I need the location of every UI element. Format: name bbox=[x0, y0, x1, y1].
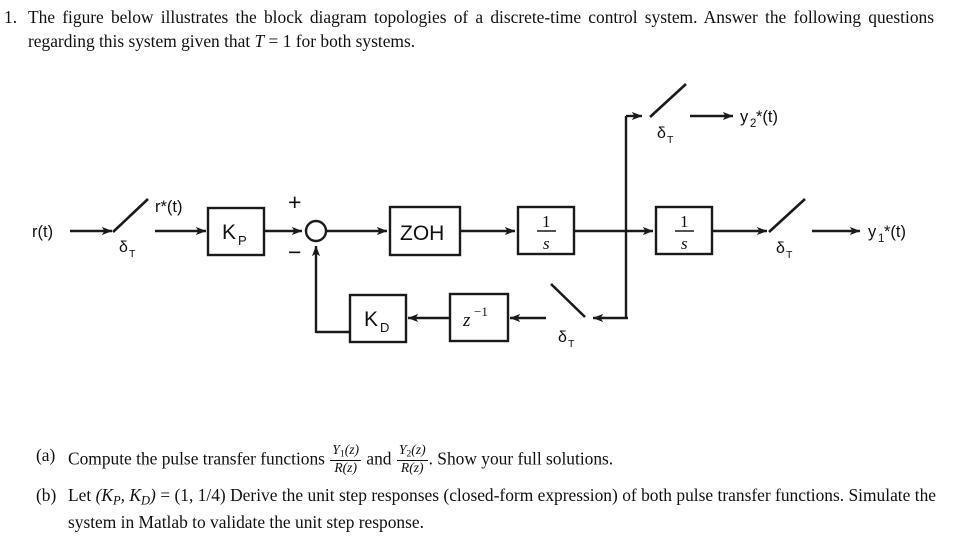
block-integrator1-numerator: 1 bbox=[542, 212, 551, 231]
block-delay-label: z bbox=[462, 310, 471, 331]
block-kp-label: K bbox=[222, 221, 236, 244]
sampler1-delta-symbol: δ bbox=[119, 239, 128, 256]
problem-number: 1. bbox=[4, 7, 18, 27]
output-y1-label: y bbox=[868, 223, 877, 241]
block-kp-subscript: P bbox=[238, 233, 247, 248]
sampler2-switch-icon bbox=[649, 83, 687, 118]
sampler4-switch-icon bbox=[550, 283, 586, 318]
fraction-y2-numerator: Y2(z) bbox=[396, 442, 428, 461]
gain-kd-subscript: D bbox=[141, 493, 151, 508]
question-a-text-middle: and bbox=[362, 448, 396, 469]
worksheet-page: 1. The figure below illustrates the bloc… bbox=[0, 0, 953, 537]
block-integrator2-denominator: s bbox=[681, 234, 688, 253]
fraction-y1-num-base: Y bbox=[332, 442, 340, 457]
fraction-y1-num-arg: (z) bbox=[344, 442, 360, 457]
fraction-y2-num-arg: (z) bbox=[411, 442, 426, 457]
question-b-text-before: Let bbox=[68, 485, 96, 505]
sampler1-delta-subscript: T bbox=[129, 248, 136, 260]
gain-values: = (1, 1/4) bbox=[155, 485, 226, 505]
sampled-input-label: r*(t) bbox=[155, 198, 183, 216]
question-a-text-after: . Show your full solutions. bbox=[428, 448, 614, 469]
block-diagram: r(t) δ T r*(t) K P + − ZOH 1 s δ T y 2 *… bbox=[0, 60, 953, 390]
summing-junction-plus-sign: + bbox=[288, 189, 301, 215]
block-integrator1-denominator: s bbox=[543, 234, 550, 253]
math-equals-one: = 1 bbox=[264, 31, 292, 52]
sampler2-delta-symbol: δ bbox=[657, 125, 666, 142]
problem-text-part2: for both systems. bbox=[291, 31, 416, 52]
input-signal-label: r(t) bbox=[32, 223, 53, 241]
sampler3-delta-subscript: T bbox=[786, 249, 793, 261]
block-integrator2-numerator: 1 bbox=[680, 212, 689, 231]
question-b-tag: (b) bbox=[36, 485, 57, 505]
block-zoh-label: ZOH bbox=[400, 222, 444, 245]
sampler4-delta-subscript: T bbox=[568, 338, 575, 350]
question-a: (a) Compute the pulse transfer functions… bbox=[36, 443, 936, 475]
gain-params-open: (K bbox=[95, 485, 113, 505]
output-y2-suffix: *(t) bbox=[756, 108, 778, 126]
fraction-y2-over-r: Y2(z) R(z) bbox=[396, 442, 428, 475]
output-y2-label: y bbox=[740, 108, 749, 126]
sampler1-switch-icon bbox=[112, 198, 149, 233]
question-b: (b) Let (KP, KD) = (1, 1/4) Derive the u… bbox=[36, 483, 936, 535]
sampler3-switch-icon bbox=[768, 198, 806, 233]
gain-kp-subscript: P bbox=[112, 493, 121, 508]
block-kd-label: K bbox=[364, 308, 378, 331]
fraction-y1-denominator: R(z) bbox=[334, 459, 357, 475]
fraction-y2-denominator: R(z) bbox=[400, 459, 424, 475]
problem-statement-text: The figure below illustrates the block d… bbox=[28, 5, 934, 53]
math-symbol-T: T bbox=[254, 31, 265, 52]
gain-params-comma: , K bbox=[120, 485, 141, 505]
sampler3-delta-symbol: δ bbox=[776, 240, 785, 257]
fraction-y1-numerator: Y1(z) bbox=[330, 442, 362, 461]
summing-junction-minus-sign: − bbox=[288, 239, 301, 265]
problem-text-part1: The figure below illustrates the block d… bbox=[28, 7, 934, 52]
question-a-tag: (a) bbox=[36, 445, 56, 465]
block-kd-subscript: D bbox=[380, 320, 389, 335]
question-a-text-before: Compute the pulse transfer functions bbox=[68, 448, 330, 469]
sampler2-delta-subscript: T bbox=[667, 134, 674, 146]
summing-junction bbox=[304, 219, 328, 243]
problem-statement: 1. The figure below illustrates the bloc… bbox=[4, 5, 934, 53]
output-y1-suffix: *(t) bbox=[884, 223, 906, 241]
question-a-text: Compute the pulse transfer functions Y1(… bbox=[68, 443, 936, 475]
fraction-y1-over-r: Y1(z) R(z) bbox=[330, 442, 362, 475]
question-b-text: Let (KP, KD) = (1, 1/4) Derive the unit … bbox=[68, 483, 936, 535]
sampler4-delta-symbol: δ bbox=[558, 329, 567, 346]
block-delay-exponent: −1 bbox=[474, 304, 488, 319]
